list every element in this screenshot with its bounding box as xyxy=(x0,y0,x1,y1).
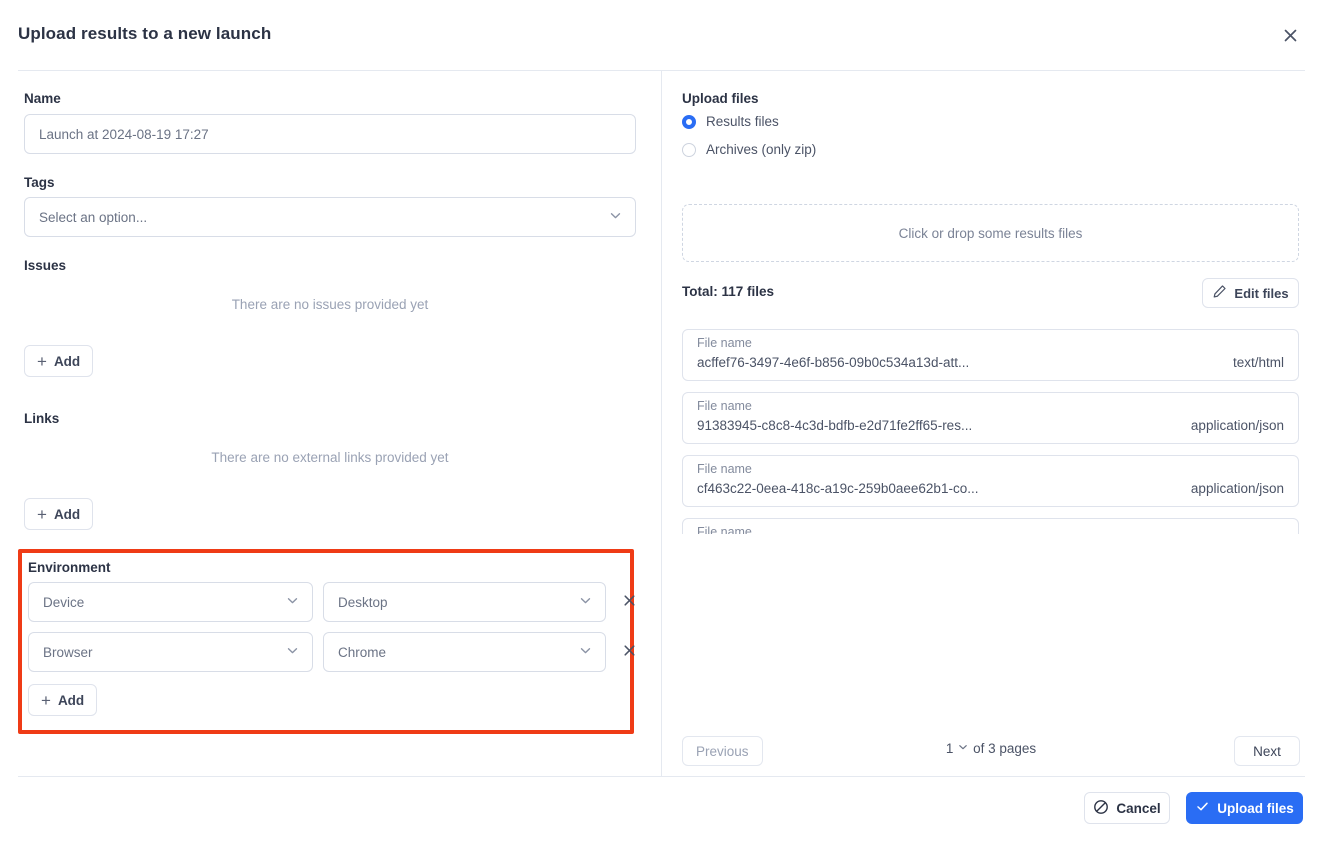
page-title: Upload results to a new launch xyxy=(18,24,271,44)
chevron-down-icon xyxy=(285,593,300,611)
next-page-button[interactable]: Next xyxy=(1234,736,1300,766)
upload-files-button[interactable]: Upload files xyxy=(1186,792,1303,824)
footer-divider xyxy=(18,776,1305,777)
upload-files-label: Upload files xyxy=(1217,801,1294,816)
environment-value-text-0: Desktop xyxy=(338,595,388,610)
close-button[interactable] xyxy=(1277,24,1303,50)
environment-value-select-1[interactable]: Chrome xyxy=(323,632,606,672)
chevron-down-icon xyxy=(578,593,593,611)
pagination: Previous 1 of 3 pages Next xyxy=(682,736,1300,766)
edit-files-label: Edit files xyxy=(1234,286,1288,301)
environment-key-value-0: Device xyxy=(43,595,84,610)
environment-label: Environment xyxy=(28,560,111,575)
file-list-item[interactable]: File name acffef76-3497-4e6f-b856-09b0c5… xyxy=(682,329,1299,381)
issues-label: Issues xyxy=(24,258,66,273)
chevron-down-icon xyxy=(957,741,969,756)
upload-files-panel: Upload files Results files Archives (onl… xyxy=(662,71,1323,777)
file-name-label: File name xyxy=(697,336,752,350)
file-list-item[interactable]: File name cf463c22-0eea-418c-a19c-259b0a… xyxy=(682,455,1299,507)
name-label: Name xyxy=(24,91,61,106)
check-icon xyxy=(1195,799,1210,817)
plus-icon: + xyxy=(37,506,47,523)
launch-details-panel: Name Launch at 2024-08-19 17:27 Tags Sel… xyxy=(0,71,661,777)
environment-value-select-0[interactable]: Desktop xyxy=(323,582,606,622)
file-name-value: cf463c22-0eea-418c-a19c-259b0aee62b1-co.… xyxy=(697,481,978,496)
plus-icon: + xyxy=(41,692,51,709)
tags-label: Tags xyxy=(24,175,55,190)
close-icon xyxy=(622,593,637,611)
modal-header: Upload results to a new launch xyxy=(0,0,1323,71)
add-link-label: Add xyxy=(54,507,80,522)
file-dropzone-text: Click or drop some results files xyxy=(899,226,1083,241)
close-icon xyxy=(1282,27,1299,47)
environment-section: Environment Device Desktop xyxy=(18,549,634,734)
file-name-label: File name xyxy=(697,462,752,476)
upload-files-title: Upload files xyxy=(682,91,759,106)
add-issue-label: Add xyxy=(54,354,80,369)
file-type-value: application/json xyxy=(1191,481,1284,496)
environment-row: Browser Chrome xyxy=(28,632,644,672)
pencil-icon xyxy=(1212,284,1227,302)
file-name-value: 91383945-c8c8-4c3d-bdfb-e2d71fe2ff65-res… xyxy=(697,418,972,433)
remove-environment-row-0-button[interactable] xyxy=(614,587,644,617)
page-number-select[interactable]: 1 xyxy=(946,741,970,756)
environment-value-text-1: Chrome xyxy=(338,645,386,660)
file-dropzone[interactable]: Click or drop some results files xyxy=(682,204,1299,262)
file-type-value: text/html xyxy=(1233,355,1284,370)
no-entry-icon xyxy=(1093,799,1109,818)
remove-environment-row-1-button[interactable] xyxy=(614,637,644,667)
add-issue-button[interactable]: + Add xyxy=(24,345,93,377)
cancel-button[interactable]: Cancel xyxy=(1084,792,1170,824)
name-input-value: Launch at 2024-08-19 17:27 xyxy=(39,127,209,142)
file-list-item[interactable]: File name bf0c8af4-b2b2-4b46-bde4-f40145… xyxy=(682,518,1299,534)
environment-key-select-0[interactable]: Device xyxy=(28,582,313,622)
pagination-status: 1 of 3 pages xyxy=(682,741,1300,756)
issues-empty-text: There are no issues provided yet xyxy=(24,297,636,312)
pagination-of-text: of 3 pages xyxy=(973,741,1036,756)
radio-archives[interactable]: Archives (only zip) xyxy=(682,142,816,157)
radio-results-files-label: Results files xyxy=(706,114,779,129)
tags-select[interactable]: Select an option... xyxy=(24,197,636,237)
close-icon xyxy=(622,643,637,661)
file-name-label: File name xyxy=(697,525,752,534)
file-name-label: File name xyxy=(697,399,752,413)
file-name-value: acffef76-3497-4e6f-b856-09b0c534a13d-att… xyxy=(697,355,969,370)
radio-unselected-icon xyxy=(682,143,696,157)
add-link-button[interactable]: + Add xyxy=(24,498,93,530)
chevron-down-icon xyxy=(608,208,623,226)
next-page-label: Next xyxy=(1253,744,1281,759)
radio-selected-icon xyxy=(682,115,696,129)
radio-archives-label: Archives (only zip) xyxy=(706,142,816,157)
chevron-down-icon xyxy=(285,643,300,661)
edit-files-button[interactable]: Edit files xyxy=(1202,278,1299,308)
add-environment-label: Add xyxy=(58,693,84,708)
current-page-value: 1 xyxy=(946,741,954,756)
cancel-label: Cancel xyxy=(1116,801,1160,816)
total-files-count: Total: 117 files xyxy=(682,284,774,299)
file-list-item[interactable]: File name 91383945-c8c8-4c3d-bdfb-e2d71f… xyxy=(682,392,1299,444)
file-list[interactable]: File name acffef76-3497-4e6f-b856-09b0c5… xyxy=(682,329,1300,534)
tags-select-value: Select an option... xyxy=(39,210,147,225)
chevron-down-icon xyxy=(578,643,593,661)
environment-key-select-1[interactable]: Browser xyxy=(28,632,313,672)
name-input[interactable]: Launch at 2024-08-19 17:27 xyxy=(24,114,636,154)
radio-results-files[interactable]: Results files xyxy=(682,114,779,129)
links-label: Links xyxy=(24,411,59,426)
file-type-value: application/json xyxy=(1191,418,1284,433)
add-environment-button[interactable]: + Add xyxy=(28,684,97,716)
plus-icon: + xyxy=(37,353,47,370)
environment-key-value-1: Browser xyxy=(43,645,93,660)
environment-row: Device Desktop xyxy=(28,582,644,622)
links-empty-text: There are no external links provided yet xyxy=(24,450,636,465)
